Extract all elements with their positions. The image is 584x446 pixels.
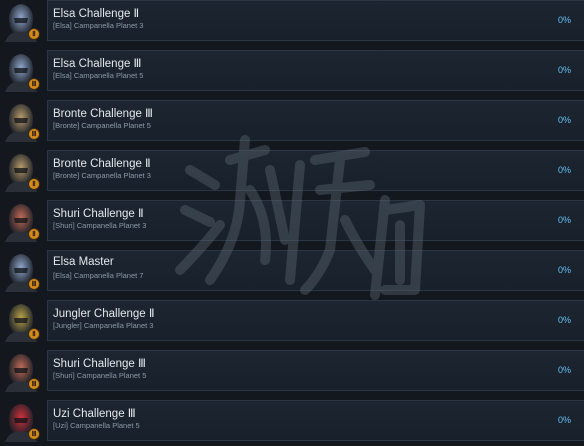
- bronte-portrait-icon: Ⅲ: [0, 100, 42, 142]
- unlock-percentage: 0%: [557, 365, 571, 375]
- rank-badge-icon: Ⅱ: [28, 28, 40, 40]
- achievement-panel: Jungler Challenge Ⅱ [Jungler] Campanella …: [47, 300, 584, 341]
- elsa-portrait-icon: Ⅱ: [0, 0, 42, 42]
- achievement-row[interactable]: Ⅱ Bronte Challenge Ⅱ [Bronte] Campanella P…: [0, 146, 584, 196]
- shuri-portrait-icon: Ⅱ: [0, 200, 42, 242]
- achievement-list: Ⅱ Elsa Challenge Ⅱ [Elsa] Campanella Plane…: [0, 0, 584, 446]
- rank-badge-icon: Ⅲ: [28, 428, 40, 440]
- bronte-portrait-icon: Ⅱ: [0, 150, 42, 192]
- achievement-row[interactable]: Ⅲ Shuri Challenge Ⅲ [Shuri] Campanella Pla…: [0, 346, 584, 396]
- achievement-title: Jungler Challenge Ⅱ: [53, 308, 155, 320]
- unlock-percentage: 0%: [557, 215, 571, 225]
- shuri-portrait-icon: Ⅲ: [0, 350, 42, 392]
- achievement-panel: Uzi Challenge Ⅲ [Uzi] Campanella Planet 5…: [47, 400, 584, 441]
- achievement-description: [Uzi] Campanella Planet 5: [53, 421, 140, 430]
- achievement-description: [Bronte] Campanella Planet 5: [53, 121, 151, 130]
- unlock-percentage: 0%: [557, 165, 571, 175]
- rank-badge-icon: Ⅱ: [28, 178, 40, 190]
- achievement-row[interactable]: Ⅱ Shuri Challenge Ⅱ [Shuri] Campanella Pla…: [0, 196, 584, 246]
- achievement-title: Elsa Master: [53, 256, 114, 268]
- rank-badge-icon: Ⅲ: [28, 378, 40, 390]
- achievement-title: Shuri Challenge Ⅲ: [53, 358, 146, 370]
- rank-badge-icon: Ⅲ: [28, 78, 40, 90]
- achievement-row[interactable]: Ⅲ Elsa Challenge Ⅲ [Elsa] Campanella Plane…: [0, 46, 584, 96]
- achievement-description: [Elsa] Campanella Planet 3: [53, 21, 144, 30]
- achievement-panel: Shuri Challenge Ⅲ [Shuri] Campanella Plan…: [47, 350, 584, 391]
- achievement-row[interactable]: Ⅱ Elsa Challenge Ⅱ [Elsa] Campanella Plane…: [0, 0, 584, 46]
- achievement-title: Elsa Challenge Ⅲ: [53, 58, 142, 70]
- achievement-row[interactable]: Ⅲ Elsa Master [Elsa] Campanella Planet 7 0%: [0, 246, 584, 296]
- elsa-portrait-icon: Ⅲ: [0, 250, 42, 292]
- achievement-title: Bronte Challenge Ⅱ: [53, 158, 151, 170]
- achievement-title: Elsa Challenge Ⅱ: [53, 8, 140, 20]
- elsa-portrait-icon: Ⅲ: [0, 50, 42, 92]
- achievement-description: [Jungler] Campanella Planet 3: [53, 321, 154, 330]
- rank-badge-icon: Ⅲ: [28, 278, 40, 290]
- achievement-row[interactable]: Ⅲ Bronte Challenge Ⅲ [Bronte] Campanella P…: [0, 96, 584, 146]
- rank-badge-icon: Ⅱ: [28, 228, 40, 240]
- achievement-description: [Elsa] Campanella Planet 7: [53, 271, 144, 280]
- uzi-portrait-icon: Ⅲ: [0, 400, 42, 442]
- unlock-percentage: 0%: [557, 115, 571, 125]
- achievement-title: Uzi Challenge Ⅲ: [53, 408, 136, 420]
- achievement-description: [Shuri] Campanella Planet 3: [53, 221, 147, 230]
- unlock-percentage: 0%: [557, 265, 571, 275]
- achievement-panel: Bronte Challenge Ⅲ [Bronte] Campanella Pl…: [47, 100, 584, 141]
- achievement-description: [Elsa] Campanella Planet 5: [53, 71, 144, 80]
- rank-badge-icon: Ⅱ: [28, 328, 40, 340]
- unlock-percentage: 0%: [557, 415, 571, 425]
- achievement-panel: Elsa Challenge Ⅱ [Elsa] Campanella Planet…: [47, 0, 584, 41]
- achievement-row[interactable]: Ⅱ Jungler Challenge Ⅱ [Jungler] Campanella…: [0, 296, 584, 346]
- unlock-percentage: 0%: [557, 315, 571, 325]
- jungler-portrait-icon: Ⅱ: [0, 300, 42, 342]
- unlock-percentage: 0%: [557, 15, 571, 25]
- achievement-panel: Bronte Challenge Ⅱ [Bronte] Campanella Pl…: [47, 150, 584, 191]
- achievement-panel: Shuri Challenge Ⅱ [Shuri] Campanella Plan…: [47, 200, 584, 241]
- rank-badge-icon: Ⅲ: [28, 128, 40, 140]
- unlock-percentage: 0%: [557, 65, 571, 75]
- achievement-description: [Bronte] Campanella Planet 3: [53, 171, 151, 180]
- achievement-title: Bronte Challenge Ⅲ: [53, 108, 153, 120]
- achievement-title: Shuri Challenge Ⅱ: [53, 208, 144, 220]
- achievement-panel: Elsa Challenge Ⅲ [Elsa] Campanella Planet…: [47, 50, 584, 91]
- achievement-row[interactable]: Ⅲ Uzi Challenge Ⅲ [Uzi] Campanella Planet …: [0, 396, 584, 446]
- achievement-description: [Shuri] Campanella Planet 5: [53, 371, 147, 380]
- achievement-panel: Elsa Master [Elsa] Campanella Planet 7 0%: [47, 250, 584, 291]
